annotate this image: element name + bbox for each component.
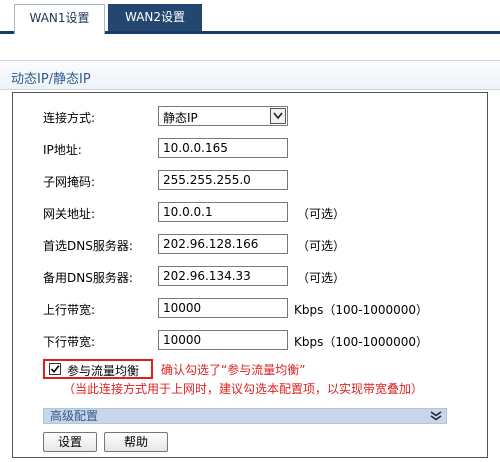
row-up-bandwidth: 上行带宽: 10000 Kbps（100-1000000） [13,298,489,320]
gateway-hint: （可选） [297,207,346,221]
advanced-config-label: 高级配置 [50,409,99,423]
dns2-input[interactable]: 202.96.134.33 [158,266,288,286]
dns2-hint: （可选） [297,271,346,285]
up-bandwidth-input[interactable]: 10000 [158,298,288,318]
ip-input[interactable]: 10.0.0.165 [158,138,288,158]
annotation-advice: （当此连接方式用于上网时，建议勾选本配置项，以实现带宽叠加） [63,382,424,396]
dns1-hint: （可选） [297,239,346,253]
load-balance-highlight: 参与流量均衡 [43,359,153,379]
gateway-input[interactable]: 10.0.0.1 [158,202,288,222]
mask-label: 子网掩码: [43,175,96,189]
connection-type-value: 静态IP [163,111,198,125]
row-connection-type: 连接方式: 静态IP [13,106,489,128]
dns1-input[interactable]: 202.96.128.166 [158,234,288,254]
section-header: 动态IP/静态IP [0,60,500,90]
dns2-label: 备用DNS服务器: [43,271,133,285]
row-down-bandwidth: 下行带宽: 10000 Kbps（100-1000000） [13,330,489,352]
up-bandwidth-label: 上行带宽: [43,303,96,317]
settings-panel: 连接方式: 静态IP IP地址: 10.0.0.165 子网掩码: 255.25… [12,92,488,458]
row-dns1: 首选DNS服务器: 202.96.128.166 （可选） [13,234,489,256]
row-dns2: 备用DNS服务器: 202.96.134.33 （可选） [13,266,489,288]
load-balance-label[interactable]: 参与流量均衡 [67,362,139,379]
annotation-confirm: 确认勾选了“参与流量均衡” [161,363,306,377]
chevron-down-icon[interactable] [270,108,286,124]
tab-bar: WAN1设置 WAN2设置 [0,0,500,34]
ip-label: IP地址: [43,143,82,157]
gateway-label: 网关地址: [43,207,96,221]
down-bandwidth-hint: Kbps（100-1000000） [294,335,429,349]
mask-input[interactable]: 255.255.255.0 [158,170,288,190]
dns1-label: 首选DNS服务器: [43,239,133,253]
tab-wan2[interactable]: WAN2设置 [108,4,202,31]
section-title: 动态IP/静态IP [11,72,91,87]
row-mask: 子网掩码: 255.255.255.0 [13,170,489,192]
tab-wan1[interactable]: WAN1设置 [14,4,105,34]
help-button[interactable]: 帮助 [104,432,168,452]
row-ip: IP地址: 10.0.0.165 [13,138,489,160]
save-button[interactable]: 设置 [43,432,97,452]
load-balance-checkbox[interactable] [49,363,61,375]
down-bandwidth-label: 下行带宽: [43,335,96,349]
advanced-config-bar[interactable]: 高级配置 [43,408,447,424]
connection-type-label: 连接方式: [43,111,96,125]
check-icon [50,365,60,374]
double-chevron-down-icon[interactable] [430,411,442,421]
up-bandwidth-hint: Kbps（100-1000000） [294,303,429,317]
row-gateway: 网关地址: 10.0.0.1 （可选） [13,202,489,224]
connection-type-select[interactable]: 静态IP [158,106,288,126]
down-bandwidth-input[interactable]: 10000 [158,330,288,350]
